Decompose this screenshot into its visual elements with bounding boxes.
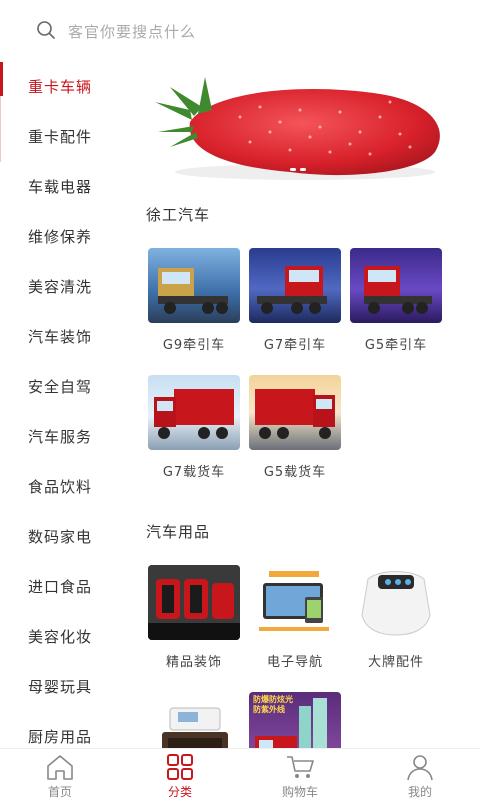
search-placeholder[interactable]: 客官你要搜点什么: [68, 21, 196, 42]
sidebar-item-label: 安全自驾: [28, 378, 93, 396]
search-icon: [37, 21, 55, 39]
sidebar-item-label: 美容化妆: [28, 628, 93, 646]
strawberry-banner[interactable]: [150, 72, 450, 192]
product-image: [148, 375, 240, 450]
product-item-g7-tractor[interactable]: G7牵引车: [249, 248, 343, 353]
sidebar-item-label: 母婴玩具: [28, 678, 93, 696]
product-label: 电子导航: [266, 655, 323, 670]
product-item-g5-tractor[interactable]: G5牵引车: [350, 248, 444, 353]
product-item-window-film[interactable]: 防爆防炫光 防紫外线: [249, 692, 343, 748]
product-item-g5-cargo[interactable]: G5载货车: [249, 375, 343, 480]
product-label: G7牵引车: [263, 338, 327, 353]
product-label: G5牵引车: [364, 338, 428, 353]
tab-profile[interactable]: 我的: [360, 749, 480, 801]
product-item-premium-decor[interactable]: 精品装饰: [148, 565, 242, 670]
product-image: [148, 565, 240, 640]
cart-icon: [287, 756, 314, 778]
product-image: [249, 375, 341, 450]
product-image: [148, 248, 240, 323]
sidebar-item-truck-parts[interactable]: 重卡配件: [0, 118, 130, 168]
sidebar-item-label: 车载电器: [28, 178, 93, 196]
category-icon: [167, 754, 193, 780]
product-item-brand-parts[interactable]: 大牌配件: [350, 565, 444, 670]
bottom-tab-bar: 首页 分类 购物车 我的: [0, 748, 480, 801]
product-label: G5载货车: [263, 465, 327, 480]
category-sidebar: 重卡车辆 重卡配件 车载电器 维修保养 美容清洗 汽车装饰 安全自驾 汽车服务 …: [0, 62, 130, 748]
product-image: 防爆防炫光 防紫外线: [249, 692, 341, 748]
tab-label: 我的: [407, 785, 432, 799]
sidebar-item-label: 维修保养: [28, 228, 93, 246]
product-item-g7-cargo[interactable]: G7载货车: [148, 375, 242, 480]
sidebar-item-label: 汽车服务: [28, 428, 93, 446]
sidebar-item-kitchen[interactable]: 厨房用品: [0, 718, 130, 748]
tab-label: 分类: [167, 785, 192, 799]
tab-cart[interactable]: 购物车: [240, 749, 360, 801]
sidebar-item-safety[interactable]: 安全自驾: [0, 368, 130, 418]
tab-category[interactable]: 分类: [120, 749, 240, 801]
user-icon: [407, 755, 433, 781]
active-indicator: [0, 62, 3, 96]
sidebar-item-heavy-truck[interactable]: 重卡车辆: [0, 62, 130, 118]
tab-home[interactable]: 首页: [0, 749, 120, 801]
sidebar-item-label: 厨房用品: [28, 728, 93, 746]
tab-label: 购物车: [281, 785, 318, 799]
product-label: G7载货车: [162, 465, 226, 480]
section-title: 汽车用品: [146, 523, 211, 541]
sidebar-item-maintenance[interactable]: 维修保养: [0, 218, 130, 268]
sidebar-item-digital[interactable]: 数码家电: [0, 518, 130, 568]
sidebar-item-decoration[interactable]: 汽车装饰: [0, 318, 130, 368]
product-label: 精品装饰: [165, 655, 222, 670]
home-icon: [47, 755, 73, 780]
tab-label: 首页: [47, 785, 72, 799]
sidebar-item-cosmetics[interactable]: 美容化妆: [0, 618, 130, 668]
product-image: [148, 692, 240, 748]
product-image: [350, 565, 442, 640]
product-image: [249, 565, 341, 640]
sidebar-item-label: 重卡车辆: [28, 78, 93, 96]
product-label: G9牵引车: [162, 338, 226, 353]
product-image: [350, 248, 442, 323]
sidebar-item-label: 汽车装饰: [28, 328, 93, 346]
sidebar-item-label: 食品饮料: [28, 478, 93, 496]
product-image: [249, 248, 341, 323]
product-item-accessory[interactable]: [148, 692, 242, 748]
product-item-navigation[interactable]: 电子导航: [249, 565, 343, 670]
sidebar-item-car-service[interactable]: 汽车服务: [0, 418, 130, 468]
product-item-g9-tractor[interactable]: G9牵引车: [148, 248, 242, 353]
sidebar-item-car-wash[interactable]: 美容清洗: [0, 268, 130, 318]
category-content: 徐工汽车 G9牵引车 G7牵引车 G5牵引车 G7载货车 G5载货车 汽车用品: [130, 62, 480, 748]
sidebar-item-food[interactable]: 食品饮料: [0, 468, 130, 518]
sidebar-item-label: 进口食品: [28, 578, 93, 596]
sidebar-item-baby-toys[interactable]: 母婴玩具: [0, 668, 130, 718]
section-title: 徐工汽车: [146, 206, 211, 224]
sidebar-item-imported-food[interactable]: 进口食品: [0, 568, 130, 618]
sidebar-item-label: 重卡配件: [28, 128, 93, 146]
product-image-caption: 防爆防炫光 防紫外线: [253, 695, 293, 714]
product-label: 大牌配件: [367, 655, 424, 670]
sidebar-item-label: 数码家电: [28, 528, 93, 546]
sidebar-item-car-electronics[interactable]: 车载电器: [0, 168, 130, 218]
sidebar-item-label: 美容清洗: [28, 278, 93, 296]
search-bar[interactable]: 客官你要搜点什么: [0, 0, 480, 62]
